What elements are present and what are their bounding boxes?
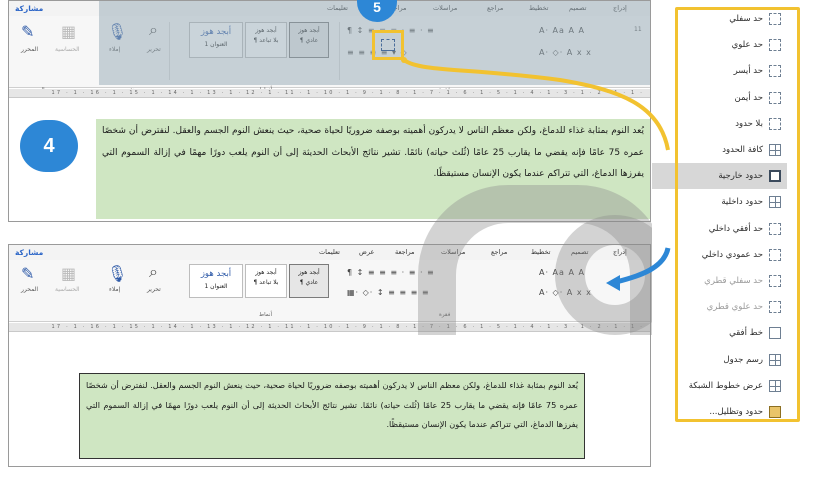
menu-item-label: حد أيسر [733, 66, 763, 77]
menu-item-inside-horizontal-border[interactable]: حد أفقي داخلي [652, 216, 787, 242]
tab-layout-bottom[interactable]: تخطيط [531, 248, 550, 256]
borders-icon [381, 39, 395, 51]
editor-icon[interactable]: ✎ [21, 264, 34, 283]
style-heading1-label: العنوان 1 [204, 282, 228, 290]
editor-label: المحرر [21, 286, 39, 293]
menu-item-view-gridlines[interactable]: عرض خطوط الشبكة [652, 373, 787, 399]
menu-item-label: حد أفقي داخلي [708, 223, 763, 234]
sensitivity-icon[interactable]: ▦ [61, 22, 76, 41]
menu-item-left-border[interactable]: حد أيسر [652, 58, 787, 84]
style-normal-sample: أبجد هوز [298, 269, 320, 276]
dictation-label: إملاء [109, 286, 121, 293]
style-heading1[interactable]: أبجد هوز العنوان 1 [189, 264, 243, 298]
horizontal-line-icon [769, 327, 781, 340]
menu-item-draw-table[interactable]: رسم جدول [652, 347, 787, 373]
menu-item-label: حد علوي قطري [706, 302, 763, 313]
sensitivity-label: الحساسية [55, 46, 80, 53]
menu-item-diagonal-up-border: حد علوي قطري [652, 294, 787, 320]
tab-design-bottom[interactable]: تصميم [571, 248, 589, 256]
menu-item-inside-borders[interactable]: حدود داخلية [652, 189, 787, 215]
borders-button-highlight[interactable] [372, 30, 404, 60]
menu-item-outside-borders[interactable]: حدود خارجية [652, 163, 787, 190]
top-border-icon [769, 39, 781, 52]
paragraph-tools-row1[interactable]: ¶ ↕ ≡ ≡ ≡ · ≡ · ≡ [347, 268, 435, 277]
menu-item-horizontal-line[interactable]: خط أفقي [652, 320, 787, 346]
no-border-icon [769, 117, 781, 130]
borders-shading-icon [769, 406, 781, 418]
view-gridlines-icon [769, 379, 781, 392]
tab-review-bottom[interactable]: مراجعة [395, 248, 415, 256]
search-icon[interactable]: ⌕ [149, 262, 158, 282]
menu-item-right-border[interactable]: حد أيمن [652, 85, 787, 111]
tab-insert-bottom[interactable]: إدراج [613, 248, 627, 256]
editor-label: المحرر [21, 46, 39, 53]
menu-item-label: حد سفلي قطري [704, 276, 763, 286]
paragraph-tools-row2[interactable]: ▦· ◇· ↕ ≡ ≡ ≡ ≡ [347, 288, 430, 297]
inside-borders-icon [769, 196, 781, 209]
microphone-icon[interactable]: 🎙 [107, 264, 127, 283]
font-tools-row1[interactable]: A· Aa A A [539, 268, 585, 277]
editing-label: تحرير [147, 286, 161, 293]
style-no-spacing-label: ¶ بلا تباعد [253, 278, 279, 286]
right-border-icon [769, 91, 781, 104]
draw-table-icon [769, 353, 781, 366]
tab-view-bottom[interactable]: عرض [359, 248, 374, 256]
tab-mailings-bottom[interactable]: مراسلات [441, 248, 465, 256]
group-styles-label: أنماط [259, 312, 273, 318]
sensitivity-label: الحساسية [55, 286, 80, 293]
menu-item-all-borders[interactable]: كافة الحدود [652, 137, 787, 163]
style-normal-label: ¶ عادي [299, 278, 319, 286]
share-button[interactable]: مشاركة [15, 4, 43, 13]
menu-item-inside-vertical-border[interactable]: حد عمودي داخلي [652, 242, 787, 268]
tab-references-bottom[interactable]: مراجع [491, 248, 507, 256]
menu-item-top-border[interactable]: حد علوي [652, 32, 787, 58]
step-4-badge: 4 [20, 120, 78, 172]
style-heading1-sample: أبجد هوز [200, 269, 232, 279]
ribbon-bottom: ✎ المحرر ▦ الحساسية 🎙 إملاء ⌕ تحرير أبجد… [9, 260, 650, 322]
menu-item-label: حد علوي [731, 40, 763, 51]
menu-item-label: كافة الحدود [722, 145, 763, 155]
menu-item-borders-shading[interactable]: حدود وتظليل... [652, 399, 787, 425]
menu-item-label: رسم جدول [723, 354, 763, 365]
bottom-border-icon [769, 13, 781, 25]
word-window-before: مشاركة تعليمات مراجعة مراسلات مراجع تخطي… [8, 0, 651, 222]
menu-item-label: حد سفلي [729, 14, 763, 24]
group-paragraph-label: فقرة [439, 312, 451, 318]
menu-item-label: حد عمودي داخلي [701, 249, 763, 260]
word-window-after: مشاركة تعليمات عرض مراجعة مراسلات مراجع … [8, 244, 651, 467]
left-border-icon [769, 65, 781, 78]
menu-item-label: حدود خارجية [718, 171, 763, 182]
all-borders-icon [769, 144, 781, 156]
ribbon-tabs-bottom: مشاركة تعليمات عرض مراجعة مراسلات مراجع … [9, 245, 650, 260]
ruler[interactable]: · 1 · 1 · 2 · 1 · 3 · 1 · 4 · 1 · 5 · 1 … [9, 89, 650, 98]
sensitivity-icon[interactable]: ▦ [61, 264, 76, 283]
menu-item-label: خط أفقي [729, 328, 763, 339]
menu-item-label: بلا حدود [735, 118, 763, 129]
ruler-bottom[interactable]: · 1 · 1 · 2 · 1 · 3 · 1 · 4 · 1 · 5 · 1 … [9, 323, 650, 332]
style-no-spacing[interactable]: أبجد هوز ¶ بلا تباعد [245, 264, 287, 298]
menu-item-label: عرض خطوط الشبكة [688, 380, 763, 391]
menu-item-diagonal-down-border: حد سفلي قطري [652, 268, 787, 294]
style-no-spacing-sample: أبجد هوز [255, 269, 277, 276]
inside-horizontal-border-icon [769, 222, 781, 235]
menu-item-label: حدود داخلية [721, 197, 763, 208]
highlighted-paragraph[interactable]: يُعد النوم بمثابة غذاء للدماغ، ولكن معظم… [96, 119, 650, 219]
font-tools-row2[interactable]: A· ◇· A x x [539, 288, 592, 297]
menu-item-no-border[interactable]: بلا حدود [652, 111, 787, 137]
editor-icon[interactable]: ✎ [21, 22, 34, 41]
menu-item-label: حدود وتظليل... [709, 407, 763, 417]
diagonal-down-border-icon [769, 275, 781, 287]
inside-vertical-border-icon [769, 248, 781, 261]
outside-borders-icon [769, 170, 781, 183]
diagonal-up-border-icon [769, 301, 781, 314]
share-button-bottom[interactable]: مشاركة [15, 248, 43, 257]
bordered-paragraph[interactable]: يُعد النوم بمثابة غذاء للدماغ، ولكن معظم… [79, 373, 585, 459]
tab-help-bottom[interactable]: تعليمات [319, 248, 340, 256]
menu-item-bottom-border[interactable]: حد سفلي [652, 6, 787, 32]
menu-item-label: حد أيمن [734, 92, 763, 103]
style-normal[interactable]: أبجد هوز ¶ عادي [289, 264, 329, 298]
